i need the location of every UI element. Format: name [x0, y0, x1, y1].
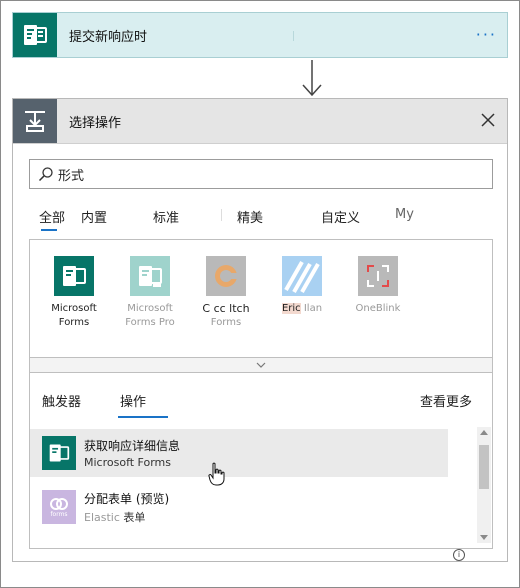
category-tabs: 全部 内置 标准 精美 自定义 My — [13, 203, 509, 235]
connector-microsoft-forms-pro[interactable]: Microsoft Forms Pro — [112, 256, 188, 330]
divider — [293, 31, 294, 41]
oneblink-icon — [358, 256, 398, 296]
results-pane: 触发器 操作 查看更多 获取响应详细信息 Microsoft Forms i f… — [29, 373, 493, 561]
connector-eric-ilan[interactable]: Eric Ilan — [264, 256, 340, 316]
connector-oneblink[interactable]: OneBlink — [340, 256, 416, 316]
action-connector-part2: 表单 — [123, 510, 146, 524]
tab-built-in[interactable]: 内置 — [81, 207, 107, 226]
connector-name-line2: Ilan — [303, 303, 323, 314]
tab-all[interactable]: 全部 — [39, 207, 65, 226]
subtab-triggers[interactable]: 触发器 — [42, 391, 81, 410]
tab-separator — [221, 209, 222, 221]
collapse-connectors-button[interactable] — [29, 357, 493, 373]
panel-title: 选择操作 — [69, 115, 122, 131]
connector-name-line1: C cc ltch — [202, 302, 250, 315]
more-options-button[interactable]: ··· — [476, 25, 497, 44]
hand-cursor-icon — [208, 462, 225, 486]
elastic-forms-icon: forms — [42, 490, 76, 524]
stripes-icon — [282, 256, 322, 296]
see-more-link[interactable]: 查看更多 — [420, 391, 472, 410]
action-title: 分配表单 (预览) — [84, 491, 170, 506]
connector-name-line1: Eric — [281, 303, 301, 314]
forms-icon — [42, 436, 76, 470]
flow-arrow-icon — [302, 60, 322, 97]
action-row-get-response-details[interactable]: 获取响应详细信息 Microsoft Forms — [30, 429, 448, 477]
scroll-up-icon[interactable] — [480, 430, 488, 435]
search-box[interactable] — [29, 159, 493, 189]
trigger-title: 提交新响应时 — [69, 29, 148, 45]
choose-action-panel: 选择操作 全部 内置 标准 精美 自定义 My — [12, 98, 508, 562]
scroll-thumb[interactable] — [479, 445, 489, 489]
connector-name-line2: Forms — [210, 317, 242, 328]
panel-header: 选择操作 — [13, 99, 507, 144]
tab-my[interactable]: My — [395, 207, 414, 222]
tab-custom[interactable]: 自定义 — [321, 207, 360, 226]
scroll-down-icon[interactable] — [480, 535, 488, 540]
search-input[interactable] — [58, 166, 478, 182]
trigger-card[interactable]: 提交新响应时 ··· — [12, 12, 508, 58]
action-row-assign-form[interactable]: forms 分配表单 (预览) Elastic 表单 — [30, 483, 448, 531]
subtab-selected-indicator — [118, 416, 168, 418]
close-icon[interactable] — [479, 111, 497, 129]
tab-selected-indicator — [41, 229, 57, 231]
action-connector-part1: Elastic — [84, 510, 120, 524]
action-icon — [13, 99, 57, 143]
search-icon — [38, 167, 53, 182]
forms-pro-icon — [130, 256, 170, 296]
connector-grid: Microsoft Forms Microsoft Forms Pro C cc… — [29, 239, 493, 357]
connector-cognito-forms[interactable]: C cc ltch Forms — [188, 256, 264, 330]
connector-name-line1: Microsoft — [51, 303, 97, 314]
subtab-actions[interactable]: 操作 — [120, 391, 146, 410]
connector-name-line2: Forms — [58, 317, 90, 328]
results-scrollbar[interactable] — [477, 427, 491, 543]
chevron-down-icon — [256, 362, 266, 368]
forms-icon — [13, 13, 57, 57]
tab-standard[interactable]: 标准 — [153, 207, 179, 226]
connector-name-line2: Forms Pro — [125, 317, 175, 328]
info-icon[interactable]: i — [453, 549, 465, 561]
action-connector: Microsoft Forms — [84, 456, 171, 469]
connector-microsoft-forms[interactable]: Microsoft Forms — [36, 256, 112, 330]
connector-name-line1: Microsoft — [127, 303, 173, 314]
tab-premium[interactable]: 精美 — [237, 207, 263, 226]
icon-caption: forms — [50, 510, 68, 518]
action-title: 获取响应详细信息 — [84, 439, 181, 453]
forms-icon — [54, 256, 94, 296]
connector-name-line1: OneBlink — [355, 303, 401, 314]
cognito-forms-icon — [206, 256, 246, 296]
